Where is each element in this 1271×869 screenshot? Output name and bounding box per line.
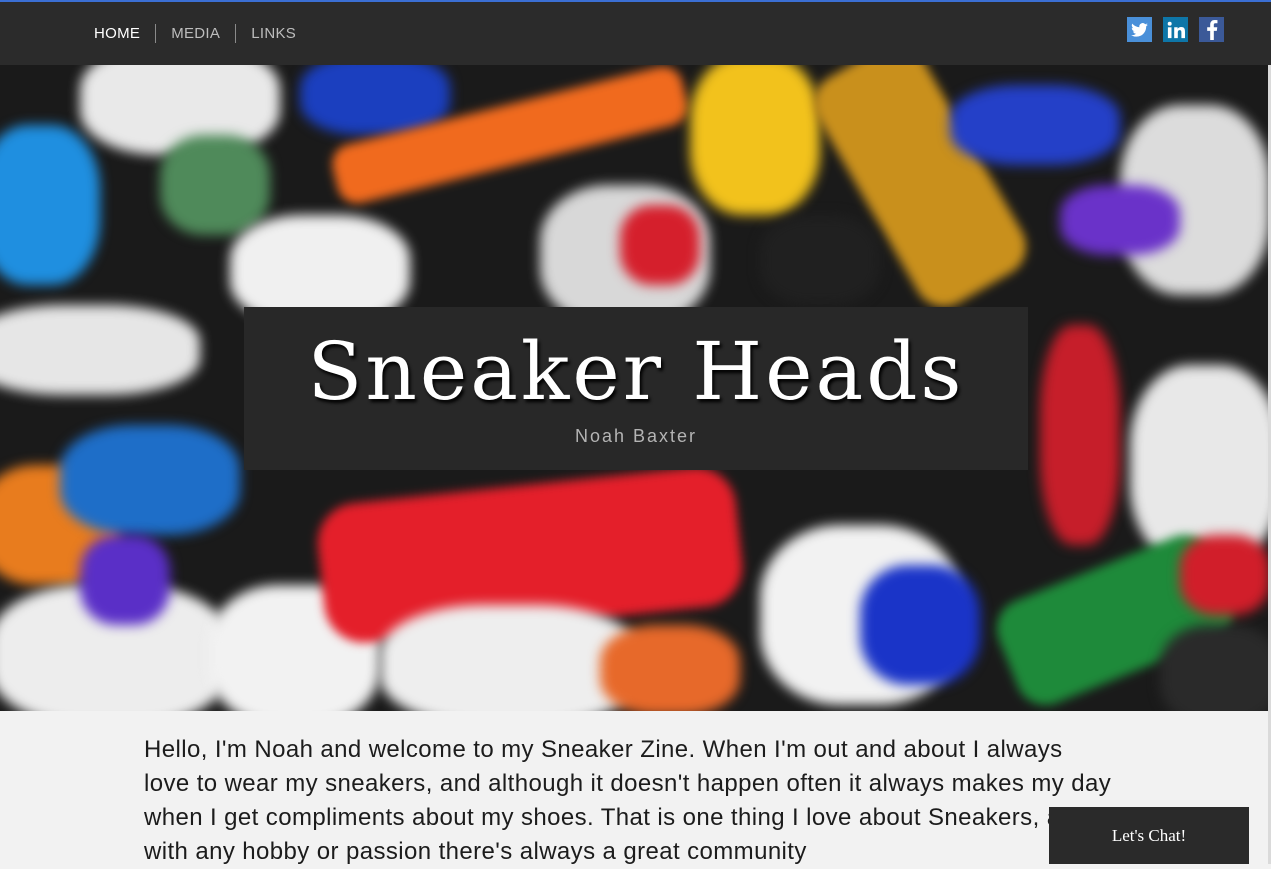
twitter-icon[interactable] xyxy=(1127,17,1152,42)
intro-paragraph: Hello, I'm Noah and welcome to my Sneake… xyxy=(144,736,1112,865)
hero-banner: Sneaker Heads Noah Baxter xyxy=(0,65,1271,711)
facebook-icon[interactable] xyxy=(1199,17,1224,42)
linkedin-icon[interactable] xyxy=(1163,17,1188,42)
nav-home[interactable]: HOME xyxy=(94,25,140,42)
hero-title-box: Sneaker Heads Noah Baxter xyxy=(244,307,1028,470)
nav-divider xyxy=(235,24,237,43)
chat-button[interactable]: Let's Chat! xyxy=(1049,807,1249,864)
nav-divider xyxy=(155,24,157,43)
author-name: Noah Baxter xyxy=(574,426,698,446)
navbar: HOME MEDIA LINKS xyxy=(0,2,1271,65)
nav-links[interactable]: LINKS xyxy=(251,25,296,42)
main-nav: HOME MEDIA LINKS xyxy=(94,24,296,43)
nav-media[interactable]: MEDIA xyxy=(171,25,220,42)
site-title: Sneaker Heads xyxy=(307,325,965,418)
social-links xyxy=(1127,17,1224,42)
